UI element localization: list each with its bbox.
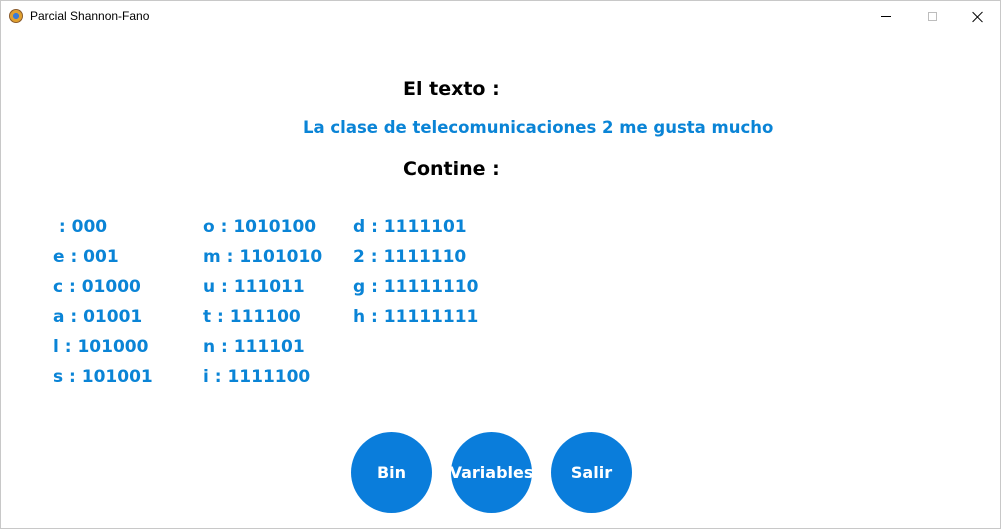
code-entry: t : 111100 xyxy=(203,307,301,327)
bin-button[interactable]: Bin xyxy=(351,432,432,513)
code-entry: : 000 xyxy=(53,217,108,237)
code-entry: l : 101000 xyxy=(53,337,149,357)
code-entry: d : 1111101 xyxy=(353,217,467,237)
app-window: Parcial Shannon-Fano El texto : La clase… xyxy=(0,0,1001,529)
app-icon xyxy=(9,9,23,23)
code-entry: u : 111011 xyxy=(203,277,305,297)
window-title: Parcial Shannon-Fano xyxy=(30,9,150,23)
contains-heading: Contine : xyxy=(403,158,500,180)
close-icon xyxy=(972,11,984,23)
variables-button[interactable]: Variables xyxy=(450,432,533,513)
code-entry: a : 01001 xyxy=(53,307,143,327)
code-entry: c : 01000 xyxy=(53,277,141,297)
code-entry: n : 111101 xyxy=(203,337,305,357)
code-entry: m : 1101010 xyxy=(203,247,323,267)
close-button[interactable] xyxy=(955,1,1001,32)
title-bar[interactable]: Parcial Shannon-Fano xyxy=(1,1,1000,32)
maximize-button[interactable] xyxy=(909,1,955,32)
code-entry: h : 11111111 xyxy=(353,307,479,327)
code-entry: s : 101001 xyxy=(53,367,153,387)
input-text-value: La clase de telecomunicaciones 2 me gust… xyxy=(303,118,774,137)
maximize-icon xyxy=(927,12,937,21)
code-entry: e : 001 xyxy=(53,247,119,267)
code-entry: 2 : 1111110 xyxy=(353,247,467,267)
code-entry: g : 11111110 xyxy=(353,277,479,297)
exit-button[interactable]: Salir xyxy=(551,432,632,513)
minimize-button[interactable] xyxy=(863,1,909,32)
code-entry: i : 1111100 xyxy=(203,367,311,387)
code-entry: o : 1010100 xyxy=(203,217,317,237)
text-heading: El texto : xyxy=(403,78,500,100)
minimize-icon xyxy=(881,16,891,17)
